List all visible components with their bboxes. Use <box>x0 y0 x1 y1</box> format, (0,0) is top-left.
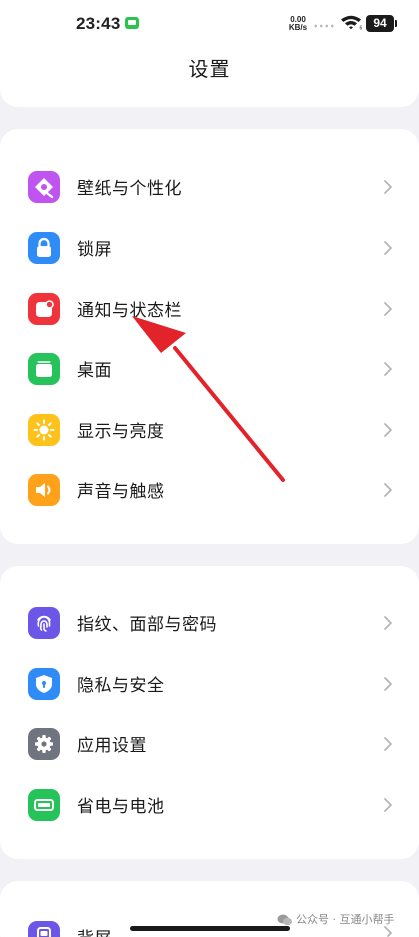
wechat-icon <box>277 914 292 926</box>
chevron-right-icon <box>384 483 392 497</box>
watermark-text: 公众号 · 互通小帮手 <box>296 913 395 926</box>
settings-item-battery[interactable]: 省电与电池 <box>0 774 419 834</box>
brightness-icon <box>28 414 60 446</box>
settings-item-privacy-security[interactable]: 隐私与安全 <box>0 653 419 713</box>
fingerprint-icon <box>28 607 60 639</box>
settings-item-sound-haptics[interactable]: 声音与触感 <box>0 459 419 519</box>
desktop-icon <box>28 353 60 385</box>
settings-item-label: 桌面 <box>77 361 112 381</box>
settings-item-label: 声音与触感 <box>77 482 165 502</box>
lock-icon <box>28 232 60 264</box>
settings-item-fingerprint-face-password[interactable]: 指纹、面部与密码 <box>0 592 419 652</box>
chevron-right-icon <box>384 180 392 194</box>
top-bar: 23:43 0.00 KB/s 6 94 设置 <box>0 0 419 107</box>
wifi-icon: 6 <box>341 15 363 31</box>
chevron-right-icon <box>384 423 392 437</box>
notification-icon <box>28 293 60 325</box>
settings-item-wallpaper[interactable]: 壁纸与个性化 <box>0 156 419 216</box>
svg-text:6: 6 <box>360 26 363 31</box>
settings-item-lock-screen[interactable]: 锁屏 <box>0 217 419 277</box>
chevron-right-icon <box>384 798 392 812</box>
settings-item-label: 显示与亮度 <box>77 422 165 442</box>
settings-item-label: 背屏 <box>77 924 112 937</box>
battery-indicator: 94 <box>366 15 397 32</box>
status-bar: 23:43 0.00 KB/s 6 94 <box>0 0 419 48</box>
status-time: 23:43 <box>76 14 121 33</box>
settings-group-security: 指纹、面部与密码 隐私与安全 应用设置 省电与电池 <box>0 566 419 859</box>
sound-icon <box>28 474 60 506</box>
settings-item-desktop[interactable]: 桌面 <box>0 338 419 398</box>
settings-item-label: 锁屏 <box>77 240 112 260</box>
wallpaper-icon <box>28 171 60 203</box>
gear-icon <box>28 728 60 760</box>
settings-item-label: 隐私与安全 <box>77 676 165 696</box>
battery-icon <box>28 789 60 821</box>
back-screen-icon <box>28 921 60 937</box>
settings-item-label: 省电与电池 <box>77 797 165 817</box>
settings-group-personalization: 壁纸与个性化 锁屏 通知与状态栏 桌面 显示与亮度 声音与触感 <box>0 129 419 544</box>
settings-item-display-brightness[interactable]: 显示与亮度 <box>0 399 419 459</box>
settings-item-app-settings[interactable]: 应用设置 <box>0 713 419 773</box>
shield-icon <box>28 668 60 700</box>
chevron-right-icon <box>384 677 392 691</box>
home-indicator[interactable] <box>130 926 290 931</box>
signal-dots-icon <box>313 24 335 28</box>
chevron-right-icon <box>384 737 392 751</box>
net-speed-unit: KB/s <box>288 23 308 32</box>
settings-item-label: 指纹、面部与密码 <box>77 615 217 635</box>
chevron-right-icon <box>384 616 392 630</box>
page-title: 设置 <box>188 57 231 81</box>
settings-item-label: 壁纸与个性化 <box>77 179 182 199</box>
settings-item-label: 通知与状态栏 <box>77 301 182 321</box>
message-notification-icon <box>125 17 139 29</box>
chevron-right-icon <box>384 362 392 376</box>
chevron-right-icon <box>384 241 392 255</box>
settings-item-notification-status-bar[interactable]: 通知与状态栏 <box>0 278 419 338</box>
chevron-right-icon <box>384 302 392 316</box>
settings-item-label: 应用设置 <box>77 736 147 756</box>
net-speed: 0.00 KB/s <box>286 16 310 32</box>
